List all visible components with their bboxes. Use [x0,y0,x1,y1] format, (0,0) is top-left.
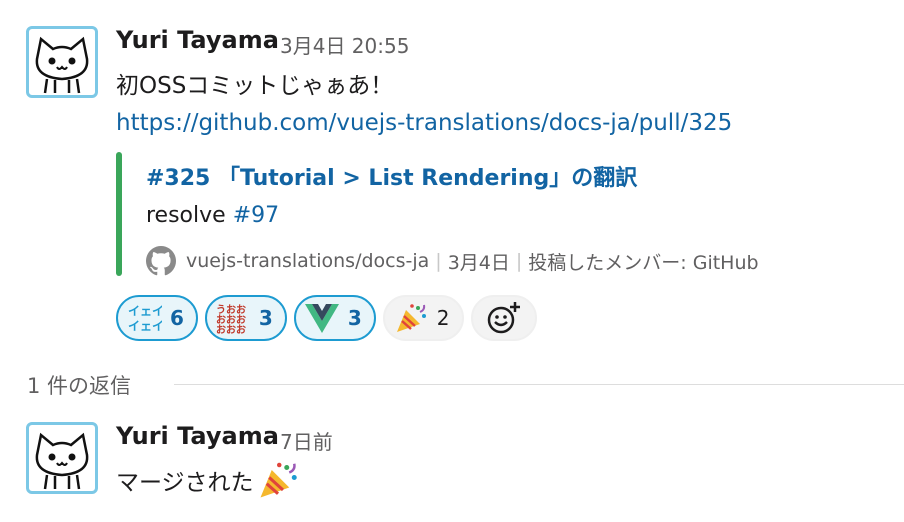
party-popper-icon [260,462,297,498]
message-link[interactable]: https://github.com/vuejs-translations/do… [116,110,732,136]
reaction-count: 3 [258,306,273,330]
reactions-bar: イェイ イェイ 6 うおお おおお おおお 3 3 2 [116,295,537,343]
svg-text:おおお: おおお [216,324,246,334]
attachment-body-text: resolve [146,203,233,228]
footer-separator: | [515,250,523,272]
party-popper-icon [393,301,429,335]
message-text-body: マージされた [116,470,254,496]
add-reaction-button[interactable] [470,295,537,341]
avatar[interactable] [26,422,98,494]
attachment-footer: vuejs-translations/docs-ja | 3月4日 | 投稿した… [146,246,759,276]
cat-avatar-icon [35,432,89,490]
attachment-posted-by: 投稿したメンバー: GitHub [528,251,759,274]
message-timestamp[interactable]: 3月4日 20:55 [280,30,409,59]
author-name[interactable]: Yuri Tayama [116,26,279,54]
add-emoji-icon [487,302,520,334]
footer-separator: | [435,250,442,272]
reaction-vue[interactable]: 3 [293,295,376,341]
svg-text:イェイ: イェイ [128,304,162,318]
reaction-iei[interactable]: イェイ イェイ 6 [116,295,198,341]
message-timestamp[interactable]: 7日前 [280,426,333,455]
reaction-count: 2 [436,306,450,330]
github-icon [146,246,176,276]
author-name[interactable]: Yuri Tayama [116,422,279,450]
attachment-date: 3月4日 [447,251,510,274]
attachment-issue-ref[interactable]: #97 [233,203,279,228]
cat-avatar-icon [35,36,89,94]
attachment-title[interactable]: #325 「Tutorial > List Rendering」の翻訳 [146,160,637,192]
svg-text:イェイ: イェイ [128,319,162,333]
iei-custom-icon: イェイ イェイ [126,301,162,335]
vue-logo-icon [304,301,340,335]
message-text: マージされた [116,460,300,500]
attachment-accent-bar [116,152,122,276]
avatar[interactable] [26,26,98,98]
attachment-body: resolve #97 [146,203,279,228]
reaction-party-popper[interactable]: 2 [382,295,464,341]
thread-divider [174,384,904,385]
reaction-count: 3 [347,306,362,330]
reaction-uooo[interactable]: うおお おおお おおお 3 [204,295,287,341]
reaction-count: 6 [170,306,184,330]
uooo-custom-icon: うおお おおお おおお [215,301,251,335]
message-text: 初OSSコミットじゃぁあ！ [116,73,394,99]
thread-reply-count[interactable]: 1 件の返信 [27,370,131,400]
attachment-repo[interactable]: vuejs-translations/docs-ja [186,250,429,272]
